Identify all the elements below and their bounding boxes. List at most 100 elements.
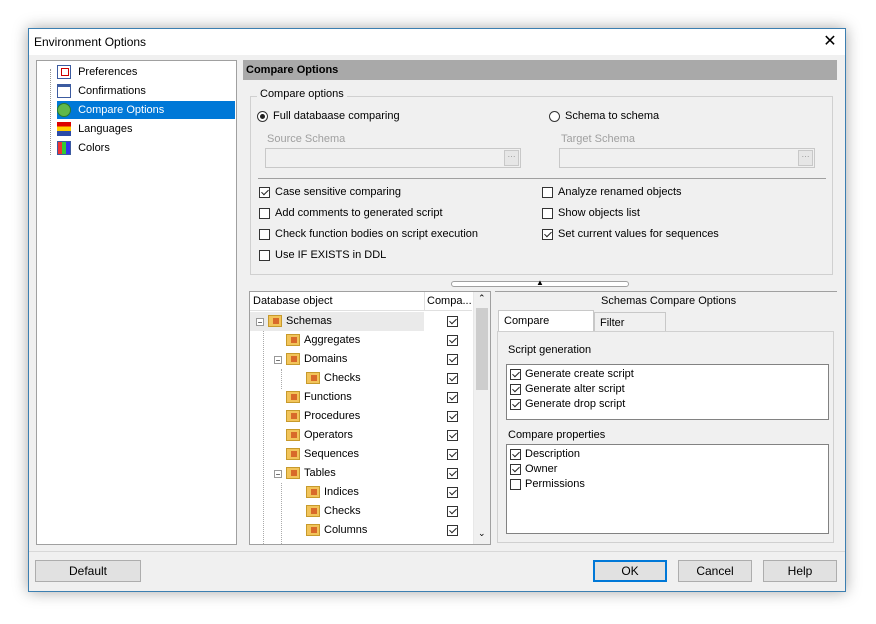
- tab-filter-options[interactable]: Filter Options: [594, 312, 666, 349]
- compare-properties-list: Description Owner Permissions: [506, 444, 829, 534]
- permissions-item[interactable]: Permissions: [510, 478, 585, 490]
- generate-create-script-item[interactable]: Generate create script: [510, 368, 634, 380]
- checks-folder-icon: [306, 372, 320, 385]
- generate-drop-script-item[interactable]: Generate drop script: [510, 398, 625, 410]
- scroll-down-icon[interactable]: ⌄: [478, 528, 486, 539]
- option-set-current-values[interactable]: Set current values for sequences: [542, 228, 719, 240]
- nav-item-label: Confirmations: [78, 85, 146, 97]
- nav-item-confirmations[interactable]: Confirmations: [57, 82, 146, 100]
- tree-connector: [263, 326, 264, 544]
- option-show-objects-list[interactable]: Show objects list: [542, 207, 640, 219]
- compare-properties-label: Compare properties: [508, 429, 606, 441]
- grid-row-sequences[interactable]: Sequences: [274, 445, 472, 464]
- option-label: Show objects list: [558, 207, 640, 219]
- help-button[interactable]: Help: [763, 560, 837, 582]
- grid-row-schemas[interactable]: − Schemas: [256, 312, 472, 331]
- cancel-button[interactable]: Cancel: [678, 560, 752, 582]
- column-header-object[interactable]: Database object: [253, 295, 333, 307]
- compare-checkbox[interactable]: [447, 430, 458, 441]
- grid-row-table-checks[interactable]: Checks: [292, 502, 472, 521]
- compare-checkbox[interactable]: [447, 373, 458, 384]
- script-generation-label: Script generation: [508, 344, 592, 356]
- compare-checkbox[interactable]: [447, 449, 458, 460]
- compare-checkbox[interactable]: [447, 354, 458, 365]
- grid-row-indices[interactable]: Indices: [292, 483, 472, 502]
- source-schema-label: Source Schema: [267, 133, 346, 145]
- compare-checkbox[interactable]: [447, 468, 458, 479]
- close-icon[interactable]: ✕: [815, 29, 845, 55]
- colors-icon: [57, 141, 71, 156]
- nav-item-label: Languages: [78, 123, 133, 135]
- grid-row-domains[interactable]: − Domains: [274, 350, 472, 369]
- default-button[interactable]: Default: [35, 560, 141, 582]
- checks-folder-icon: [306, 505, 320, 518]
- option-label: Use IF EXISTS in DDL: [275, 249, 387, 261]
- generate-alter-script-item[interactable]: Generate alter script: [510, 383, 625, 395]
- description-item[interactable]: Description: [510, 448, 580, 460]
- radio-indicator: [549, 110, 560, 122]
- compare-checkbox[interactable]: [447, 487, 458, 498]
- splitter-line: [495, 291, 837, 292]
- languages-icon: [57, 122, 71, 137]
- option-label: Add comments to generated script: [275, 207, 443, 219]
- collapse-icon[interactable]: −: [274, 470, 282, 479]
- splitter-handle[interactable]: ▲: [451, 278, 629, 287]
- schemas-compare-title: Schemas Compare Options: [601, 295, 737, 307]
- grid-row-aggregates[interactable]: Aggregates: [274, 331, 472, 350]
- options-divider: [258, 178, 826, 179]
- nav-item-label: Preferences: [78, 66, 138, 78]
- row-label: Checks: [324, 505, 361, 517]
- grid-row-domain-checks[interactable]: Checks: [292, 369, 472, 388]
- item-label: Generate drop script: [525, 398, 626, 410]
- grid-row-procedures[interactable]: Procedures: [274, 407, 472, 426]
- nav-item-preferences[interactable]: Preferences: [57, 63, 137, 81]
- ellipsis-icon[interactable]: ···: [504, 150, 519, 166]
- operators-folder-icon: [286, 429, 300, 442]
- preferences-icon: [57, 65, 71, 80]
- row-label: Checks: [324, 372, 361, 384]
- row-label: Sequences: [304, 448, 360, 460]
- grid-row-functions[interactable]: Functions: [274, 388, 472, 407]
- compare-checkbox[interactable]: [447, 392, 458, 403]
- grid-row-tables[interactable]: − Tables: [274, 464, 472, 483]
- target-schema-field[interactable]: ···: [559, 148, 815, 168]
- row-label: Functions: [304, 391, 352, 403]
- full-database-comparing-radio[interactable]: Full databaase comparing: [257, 110, 400, 122]
- nav-item-languages[interactable]: Languages: [57, 120, 133, 138]
- compare-checkbox[interactable]: [447, 506, 458, 517]
- option-case-sensitive[interactable]: Case sensitive comparing: [259, 186, 401, 198]
- vertical-scrollbar[interactable]: ⌃ ⌄: [473, 292, 490, 544]
- nav-item-compare-options[interactable]: Compare Options: [57, 101, 235, 119]
- row-label: Schemas: [286, 315, 332, 327]
- column-header-compare[interactable]: Compa...: [427, 295, 472, 307]
- columns-folder-icon: [306, 524, 320, 537]
- option-label: Case sensitive comparing: [275, 186, 401, 198]
- footer-divider: [29, 551, 845, 552]
- compare-checkbox[interactable]: [447, 316, 458, 327]
- checkbox: [510, 478, 521, 490]
- column-divider: [424, 292, 425, 310]
- scroll-thumb[interactable]: [476, 308, 488, 390]
- option-check-function-bodies[interactable]: Check function bodies on script executio…: [259, 228, 478, 240]
- owner-item[interactable]: Owner: [510, 463, 557, 475]
- grid-row-columns[interactable]: Columns: [292, 521, 472, 540]
- scroll-up-icon[interactable]: ⌃: [478, 293, 486, 304]
- compare-checkbox[interactable]: [447, 411, 458, 422]
- compare-checkbox[interactable]: [447, 525, 458, 536]
- option-analyze-renamed[interactable]: Analyze renamed objects: [542, 186, 682, 198]
- indices-folder-icon: [306, 486, 320, 499]
- compare-checkbox[interactable]: [447, 335, 458, 346]
- grid-row-operators[interactable]: Operators: [274, 426, 472, 445]
- option-use-if-exists[interactable]: Use IF EXISTS in DDL: [259, 249, 386, 261]
- ok-button[interactable]: OK: [593, 560, 667, 582]
- tab-compare-options[interactable]: Compare Options: [498, 310, 594, 347]
- schema-to-schema-radio[interactable]: Schema to schema: [549, 110, 659, 122]
- source-schema-field[interactable]: ···: [265, 148, 521, 168]
- collapse-icon[interactable]: −: [256, 318, 264, 327]
- ellipsis-icon[interactable]: ···: [798, 150, 813, 166]
- collapse-icon[interactable]: −: [274, 356, 282, 365]
- procedures-folder-icon: [286, 410, 300, 423]
- nav-item-colors[interactable]: Colors: [57, 139, 110, 157]
- option-add-comments[interactable]: Add comments to generated script: [259, 207, 443, 219]
- sequences-folder-icon: [286, 448, 300, 461]
